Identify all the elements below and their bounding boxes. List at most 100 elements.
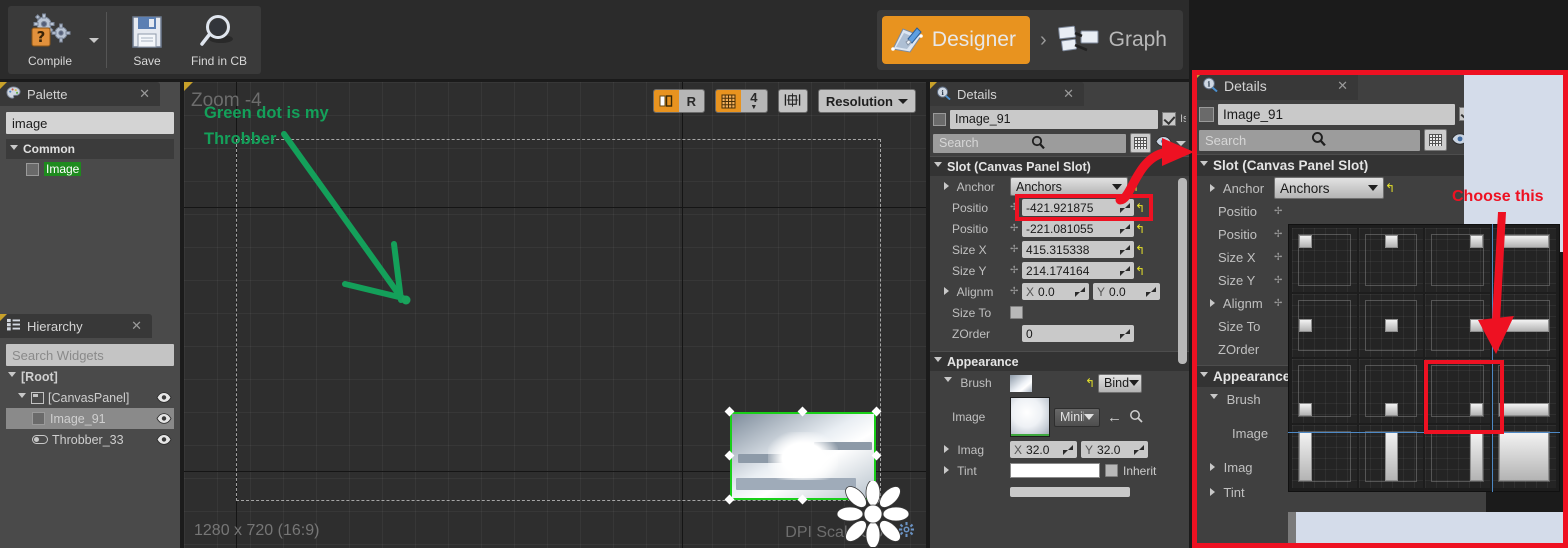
anchor-preset-middle-left[interactable]	[1292, 293, 1357, 357]
anchor-preset-top-stretch[interactable]	[1491, 228, 1556, 292]
find-in-content-browser-button[interactable]: Find in CB	[183, 8, 255, 72]
anchor-preset-top-center[interactable]	[1358, 228, 1423, 292]
section-slot-canvas-panel-slot[interactable]: Slot (Canvas Panel Slot)	[930, 156, 1189, 176]
position-x-field[interactable]: -421.921875	[1022, 199, 1134, 216]
revert-icon[interactable]: ↰	[1128, 180, 1140, 194]
brush-thumbnail[interactable]	[1010, 374, 1032, 392]
chevron-right-icon[interactable]	[1210, 463, 1215, 471]
tree-item-throbber-33[interactable]: Throbber_33	[6, 429, 174, 450]
chevron-right-icon[interactable]	[944, 181, 949, 190]
tree-item-canvaspanel[interactable]: [CanvasPanel]	[6, 387, 174, 408]
anchor-preset-right-fill[interactable]	[1425, 424, 1490, 488]
visibility-eye-icon[interactable]	[156, 434, 172, 445]
spinner-icon[interactable]	[1120, 202, 1130, 213]
anchor-preset-top-left[interactable]	[1292, 228, 1357, 292]
visibility-eye-icon[interactable]	[156, 413, 172, 424]
drag-handle-icon[interactable]: ✢	[1010, 223, 1022, 234]
chevron-right-icon[interactable]	[1210, 299, 1215, 307]
alignment-y-field[interactable]: Y 0.0	[1093, 283, 1160, 300]
zoom-panel-scrollbar[interactable]	[1288, 512, 1296, 548]
spinner-icon[interactable]	[1120, 244, 1130, 255]
section-appearance[interactable]: Appearance	[930, 351, 1189, 371]
image-size-y-field[interactable]: Y 32.0	[1081, 441, 1148, 458]
drag-handle-icon[interactable]: ✢	[1274, 206, 1286, 217]
details-search-input[interactable]: Search	[933, 133, 1126, 153]
zoomed-anchors-dropdown[interactable]: Anchors	[1274, 177, 1384, 199]
zoomed-section-slot[interactable]: Slot (Canvas Panel Slot)	[1196, 154, 1486, 176]
spinner-icon[interactable]	[1063, 444, 1073, 455]
palette-search[interactable]: ✕	[6, 112, 202, 134]
use-selected-asset-icon[interactable]: ←	[1107, 409, 1122, 426]
zoomed-widget-name-field[interactable]: Image_91	[1218, 103, 1455, 125]
anchor-preset-bottom-right[interactable]	[1425, 359, 1490, 423]
close-icon[interactable]: ✕	[1333, 78, 1352, 94]
spinner-icon[interactable]	[1120, 328, 1130, 339]
fill-screen-icon[interactable]	[653, 90, 679, 112]
drag-handle-icon[interactable]: ✢	[1274, 275, 1286, 286]
spinner-icon[interactable]	[1146, 286, 1156, 297]
revert-icon[interactable]: ↰	[1084, 376, 1096, 390]
anchors-dropdown[interactable]: Anchors	[1010, 177, 1128, 196]
save-button[interactable]: Save	[111, 8, 183, 72]
partial-field[interactable]	[1010, 486, 1130, 497]
fill-screen-toggle[interactable]: R	[652, 89, 705, 113]
throbber-widget[interactable]	[837, 481, 909, 547]
tree-item-image-91[interactable]: Image_91	[6, 408, 174, 429]
grid-view-icon[interactable]	[1424, 129, 1447, 151]
size-x-field[interactable]: 415.315338	[1022, 241, 1134, 258]
visibility-eye-icon[interactable]	[156, 392, 172, 403]
resolution-dropdown[interactable]: Resolution	[817, 89, 916, 113]
compile-options-dropdown[interactable]	[86, 10, 102, 70]
tree-item-root[interactable]: [Root]	[6, 366, 174, 387]
grid-snap-value[interactable]: 4	[750, 91, 757, 104]
brush-bind-dropdown[interactable]: Bind	[1098, 373, 1142, 393]
anchor-preset-center[interactable]	[1358, 293, 1423, 357]
anchor-preset-middle-stretch[interactable]	[1491, 293, 1556, 357]
anchor-preset-bottom-center[interactable]	[1358, 359, 1423, 423]
chevron-right-icon[interactable]	[944, 444, 949, 453]
chevron-down-icon[interactable]	[1176, 140, 1186, 146]
drag-handle-icon[interactable]: ✢	[1274, 229, 1286, 240]
zoomed-details-tab[interactable]: i Details ✕	[1196, 72, 1358, 100]
search-widgets-input[interactable]	[12, 347, 188, 363]
chevron-down-icon[interactable]	[1210, 393, 1218, 403]
grid-view-icon[interactable]	[1130, 133, 1151, 153]
anchor-preset-middle-right[interactable]	[1425, 293, 1490, 357]
anchor-preset-top-right[interactable]	[1425, 228, 1490, 292]
drag-handle-icon[interactable]: ✢	[1274, 252, 1286, 263]
chevron-right-icon[interactable]	[944, 465, 949, 474]
chevron-down-icon[interactable]	[944, 377, 952, 386]
image-asset-thumbnail[interactable]	[1010, 397, 1050, 437]
is-variable-checkbox[interactable]	[1162, 112, 1176, 126]
revert-icon[interactable]: ↰	[1134, 264, 1146, 278]
palette-category-common[interactable]: Common	[6, 139, 174, 159]
revert-icon[interactable]: ↰	[1134, 243, 1146, 257]
image-size-x-field[interactable]: X 32.0	[1010, 441, 1077, 458]
details-scrollbar[interactable]	[1178, 178, 1187, 364]
palette-tab[interactable]: Palette ✕	[0, 82, 160, 106]
tint-color-swatch[interactable]	[1010, 463, 1100, 478]
image-asset-dropdown[interactable]: Minib	[1054, 407, 1100, 427]
revert-icon[interactable]: ↰	[1384, 181, 1396, 195]
details-tab[interactable]: i Details ✕	[930, 82, 1084, 106]
close-icon[interactable]: ✕	[1059, 86, 1078, 102]
anchor-preset-fill-all[interactable]	[1491, 424, 1556, 488]
designer-viewport[interactable]: Zoom -4 1280 x 720 (16:9) DPI Scale 0.07	[184, 82, 926, 548]
close-icon[interactable]: ✕	[135, 86, 154, 102]
position-y-field[interactable]: -221.081055	[1022, 220, 1134, 237]
resolution-r-button[interactable]: R	[678, 90, 704, 112]
anchor-preset-bottom-left[interactable]	[1292, 359, 1357, 423]
widget-name-field[interactable]: Image_91	[950, 109, 1158, 129]
eye-icon[interactable]	[1155, 136, 1172, 150]
zoomed-search-input[interactable]: Search	[1199, 129, 1420, 151]
center-widget-button[interactable]	[777, 89, 808, 113]
spinner-icon[interactable]	[1134, 444, 1144, 455]
size-y-field[interactable]: 214.174164	[1022, 262, 1134, 279]
alignment-x-field[interactable]: X 0.0	[1022, 283, 1089, 300]
spinner-icon[interactable]	[1075, 286, 1085, 297]
grid-snap-control[interactable]: 4 ▼	[714, 89, 768, 113]
drag-handle-icon[interactable]: ✢	[1010, 244, 1022, 255]
tab-graph[interactable]: Graph	[1057, 23, 1175, 58]
drag-handle-icon[interactable]: ✢	[1274, 298, 1286, 309]
chevron-down-icon[interactable]: ▼	[750, 104, 757, 111]
